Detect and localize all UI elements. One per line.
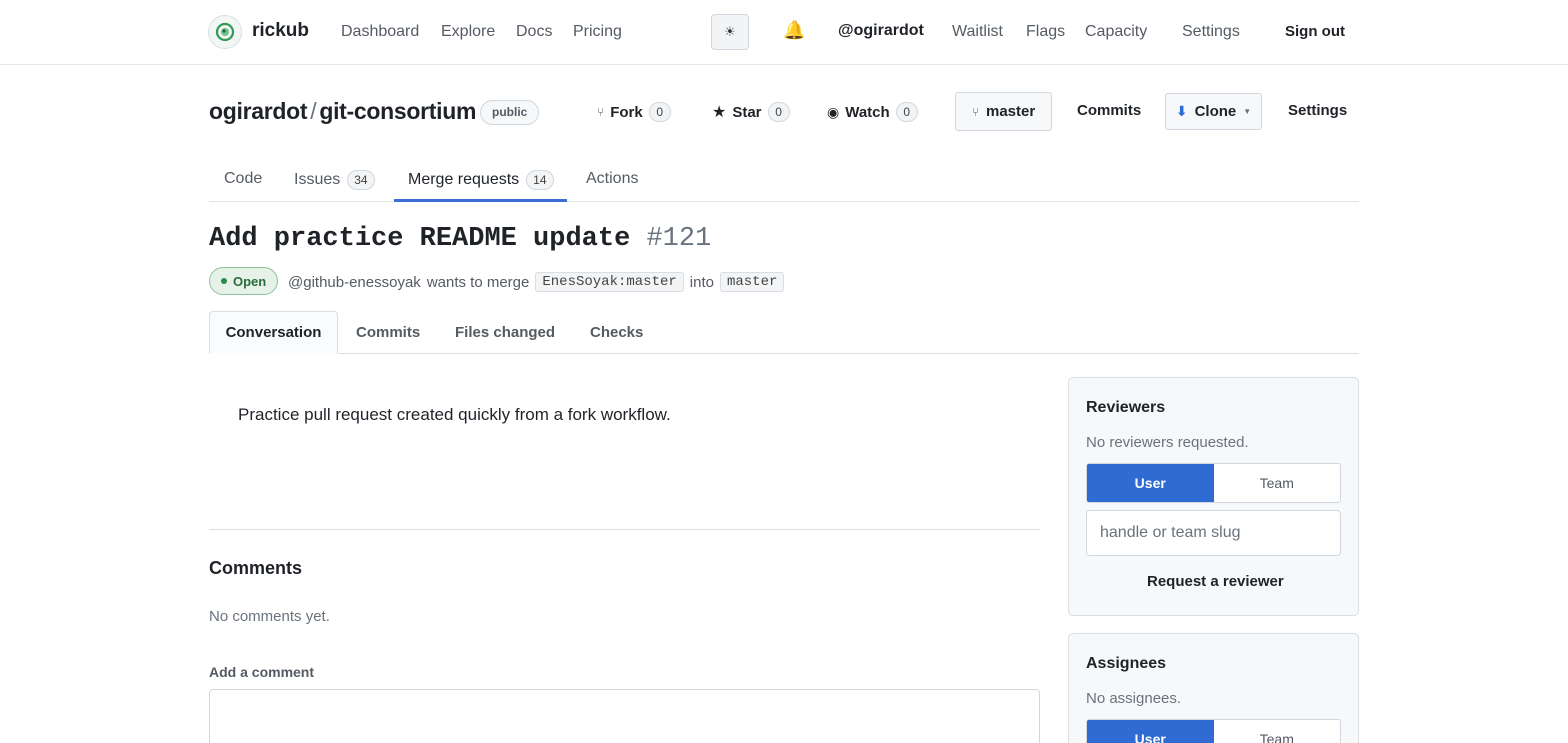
status-badge: Open [209, 267, 279, 295]
mr-description: Practice pull request created quickly fr… [238, 405, 671, 424]
star-icon: ★ [712, 104, 727, 121]
issues-count: 34 [347, 170, 375, 190]
caret-down-icon: ▼ [1243, 107, 1252, 116]
status-label: Open [233, 273, 267, 289]
tab-conversation[interactable]: Conversation [209, 311, 338, 354]
fork-count: 0 [648, 102, 671, 122]
reviewer-handle-input[interactable] [1086, 510, 1341, 556]
mr-number: #121 [646, 224, 712, 254]
star-button[interactable]: ★ Star 0 [712, 102, 790, 122]
tab-actions[interactable]: Actions [586, 170, 638, 188]
repo-name-link[interactable]: git-consortium [319, 98, 476, 124]
brand-name[interactable]: rickub [252, 20, 309, 42]
merge-summary: @github-enessoyak wants to merge EnesSoy… [288, 272, 785, 292]
reviewers-heading: Reviewers [1086, 399, 1166, 416]
sign-out-button[interactable]: Sign out [1285, 23, 1345, 40]
download-icon: ⬇ [1175, 103, 1188, 119]
tab-merge-requests-label: Merge requests [408, 171, 520, 188]
assignees-card: Assignees No assignees. User Team [1068, 633, 1359, 743]
active-tab-underline [394, 199, 567, 202]
reviewer-type-toggle: User Team [1086, 463, 1341, 503]
tab-issues[interactable]: Issues 34 [294, 170, 375, 190]
nav-explore-link[interactable]: Explore [441, 23, 495, 41]
nav-capacity-link[interactable]: Capacity [1085, 23, 1147, 41]
status-dot-icon [221, 278, 227, 284]
tab-merge-requests[interactable]: Merge requests 14 [408, 170, 554, 190]
source-branch: EnesSoyak:master [535, 272, 684, 292]
repo-tabs-divider [209, 201, 1359, 202]
visibility-badge: public [480, 100, 540, 125]
tab-issues-label: Issues [294, 171, 341, 188]
merge-requests-count: 14 [526, 170, 554, 190]
nav-docs-link[interactable]: Docs [516, 23, 552, 41]
assignees-heading: Assignees [1086, 655, 1167, 672]
reviewer-user-tab[interactable]: User [1087, 464, 1214, 502]
assignee-team-tab[interactable]: Team [1213, 720, 1340, 743]
fork-icon: ⑂ [597, 105, 605, 119]
repo-separator: / [310, 98, 317, 124]
watch-label: Watch [845, 103, 890, 121]
reviewer-team-tab[interactable]: Team [1213, 464, 1340, 502]
request-reviewer-button[interactable]: Request a reviewer [1147, 573, 1284, 590]
top-nav: rickub Dashboard Explore Docs Pricing ☀ … [0, 0, 1568, 65]
tab-checks[interactable]: Checks [590, 324, 643, 341]
nav-waitlist-link[interactable]: Waitlist [952, 23, 1003, 41]
mr-tabs-divider [209, 353, 1359, 354]
tab-files-changed[interactable]: Files changed [455, 324, 555, 341]
comment-textarea[interactable] [209, 689, 1040, 743]
assignee-user-tab[interactable]: User [1087, 720, 1214, 743]
no-assignees-text: No assignees. [1086, 690, 1182, 707]
assignee-type-toggle: User Team [1086, 719, 1341, 743]
watch-count: 0 [895, 102, 918, 122]
mr-title-text: Add practice README update [209, 224, 631, 254]
sun-icon: ☀ [724, 24, 736, 39]
clone-dropdown-button[interactable]: ⬇ Clone ▼ [1165, 93, 1262, 130]
repo-owner-link[interactable]: ogirardot [209, 98, 308, 124]
branch-name: master [986, 103, 1036, 120]
target-branch: master [719, 272, 785, 292]
rickub-logo-icon[interactable] [208, 15, 242, 49]
user-handle-link[interactable]: @ogirardot [838, 22, 924, 40]
no-comments-text: No comments yet. [209, 608, 330, 625]
add-comment-label: Add a comment [209, 664, 315, 680]
star-count: 0 [767, 102, 790, 122]
no-reviewers-text: No reviewers requested. [1086, 434, 1249, 451]
eye-icon: ◉ [827, 103, 840, 120]
reviewers-card: Reviewers No reviewers requested. User T… [1068, 377, 1359, 616]
comments-heading: Comments [209, 558, 303, 578]
branch-icon: ⑂ [971, 104, 979, 119]
commits-link[interactable]: Commits [1077, 102, 1141, 119]
repo-settings-link[interactable]: Settings [1288, 102, 1347, 119]
fork-button[interactable]: ⑂ Fork 0 [597, 102, 671, 122]
clone-label: Clone [1194, 103, 1237, 120]
nav-dashboard-link[interactable]: Dashboard [341, 23, 419, 41]
mr-title: Add practice README update #121 [209, 224, 711, 254]
nav-flags-link[interactable]: Flags [1026, 23, 1065, 41]
star-label: Star [732, 103, 762, 121]
notifications-bell-icon[interactable]: 🔔 [783, 20, 805, 41]
into-text: into [689, 273, 714, 291]
theme-toggle-button[interactable]: ☀ [711, 14, 749, 50]
tab-commits[interactable]: Commits [356, 324, 420, 341]
branch-selector-button[interactable]: ⑂ master [955, 92, 1052, 131]
watch-button[interactable]: ◉ Watch 0 [827, 102, 918, 122]
wants-to-merge-text: wants to merge [426, 273, 530, 291]
section-divider [209, 529, 1040, 530]
repo-title: ogirardot / git-consortium [209, 98, 476, 125]
tab-code[interactable]: Code [224, 170, 262, 188]
nav-settings-link[interactable]: Settings [1182, 23, 1240, 41]
fork-label: Fork [610, 103, 643, 121]
nav-pricing-link[interactable]: Pricing [573, 23, 622, 41]
mr-author-link[interactable]: @github-enessoyak [288, 274, 421, 291]
